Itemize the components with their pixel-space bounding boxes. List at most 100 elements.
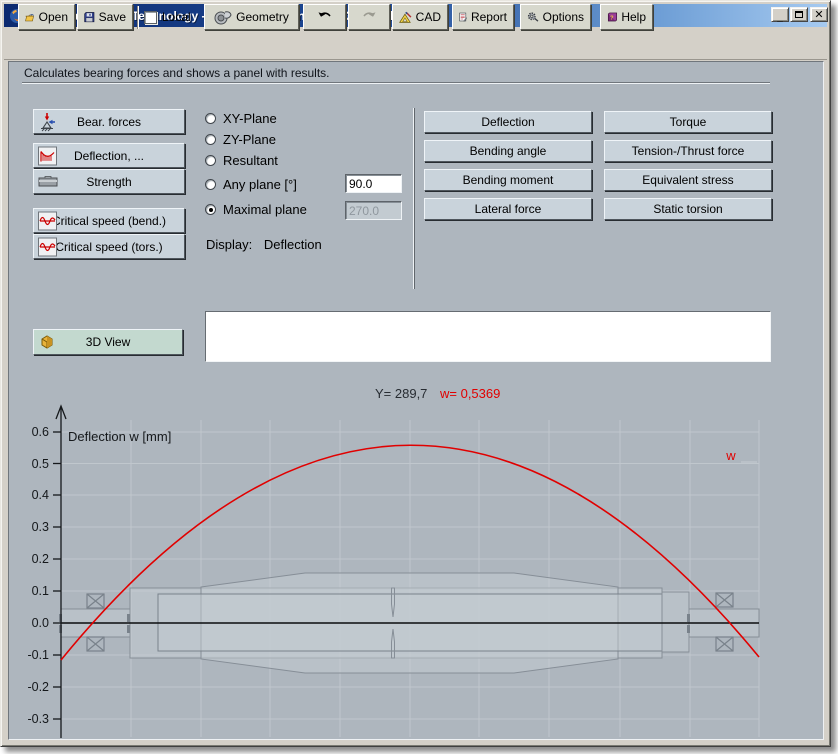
options-gear-icon [527, 9, 539, 25]
cad-label: CAD [416, 10, 441, 24]
tension-thrust-label: Tension-/Thrust force [632, 144, 745, 158]
options-button[interactable]: Options [520, 4, 591, 30]
bear-forces-label: Bear. forces [77, 115, 141, 129]
y-tick-labels: 0.6 0.5 0.4 0.3 0.2 0.1 0.0 -0.1 -0.2 -0… [27, 425, 49, 726]
open-folder-icon [25, 10, 35, 25]
torque-button[interactable]: Torque [604, 111, 772, 133]
critical-speed-bend-label: Critical speed (bend.) [52, 214, 166, 228]
critical-speed-bend-button[interactable]: Critical speed (bend.) [33, 208, 185, 233]
minimize-button[interactable]: _ [771, 7, 789, 22]
undo-icon [317, 11, 333, 24]
main-toolbar [4, 27, 827, 60]
bending-moment-button[interactable]: Bending moment [424, 169, 592, 191]
redo-icon [361, 11, 377, 24]
description-divider [22, 82, 770, 84]
radio-maximal-plane[interactable]: Maximal plane [205, 202, 307, 217]
help-book-icon: ? [607, 10, 617, 25]
open-label: Open [39, 10, 68, 24]
close-button[interactable]: ✕ [810, 7, 828, 22]
deflection-chart: 0.6 0.5 0.4 0.3 0.2 0.1 0.0 -0.1 -0.2 -0… [0, 398, 838, 744]
critical-speed-bend-icon [38, 211, 57, 230]
static-torsion-button[interactable]: Static torsion [604, 198, 772, 220]
radio-any-plane[interactable]: Any plane [°] [205, 177, 297, 192]
radio-resultant[interactable]: Resultant [205, 153, 278, 168]
description-text: Calculates bearing forces and shows a pa… [24, 66, 330, 80]
static-torsion-label: Static torsion [653, 202, 722, 216]
shaft-step-right [662, 592, 689, 652]
svg-text:-0.2: -0.2 [27, 680, 49, 694]
svg-text:0.6: 0.6 [32, 425, 49, 439]
cube-3d-icon [38, 333, 56, 351]
radio-zy-plane-circle[interactable] [205, 134, 216, 145]
tension-thrust-button[interactable]: Tension-/Thrust force [604, 140, 772, 162]
radio-any-plane-label: Any plane [°] [223, 177, 297, 192]
radio-any-plane-circle[interactable] [205, 179, 216, 190]
geometry-label: Geometry [236, 10, 289, 24]
local-checkbox[interactable] [144, 11, 157, 24]
open-button[interactable]: Open [18, 4, 75, 30]
display-line: Display: Deflection [206, 237, 322, 252]
critical-speed-tors-label: Critical speed (tors.) [55, 240, 162, 254]
bear-forces-button[interactable]: Bear. forces [33, 109, 185, 134]
radio-xy-plane-label: XY-Plane [223, 111, 277, 126]
help-label: Help [621, 10, 646, 24]
torque-label: Torque [670, 115, 707, 129]
radio-resultant-circle[interactable] [205, 155, 216, 166]
svg-text:0.2: 0.2 [32, 552, 49, 566]
deflection-icon [38, 146, 57, 165]
cad-button[interactable]: CAD [392, 4, 448, 30]
strength-label: Strength [86, 175, 131, 189]
critical-speed-tors-button[interactable]: Critical speed (tors.) [33, 234, 185, 259]
save-label: Save [99, 10, 126, 24]
any-plane-input[interactable] [345, 174, 402, 193]
display-value: Deflection [264, 237, 322, 252]
view-3d-button[interactable]: 3D View [33, 329, 183, 355]
save-button[interactable]: Save [77, 4, 133, 30]
radio-xy-plane-circle[interactable] [205, 113, 216, 124]
local-label: Local [162, 10, 191, 24]
report-icon [459, 9, 467, 25]
bending-moment-label: Bending moment [463, 173, 554, 187]
critical-speed-tors-icon [38, 237, 57, 256]
equivalent-stress-button[interactable]: Equivalent stress [604, 169, 772, 191]
help-button[interactable]: ? Help [600, 4, 653, 30]
bearing-forces-icon [38, 112, 58, 132]
minimize-icon: _ [777, 12, 783, 23]
bending-angle-label: Bending angle [470, 144, 547, 158]
maximal-plane-input [345, 201, 402, 220]
redo-button[interactable] [348, 4, 390, 30]
screenshot-stage: eassistant - GWJ-Technology - Shaft calc… [0, 0, 838, 754]
close-icon: ✕ [814, 8, 823, 21]
legend-w: w [725, 448, 736, 463]
report-button[interactable]: Report [452, 4, 514, 30]
strength-button[interactable]: Strength [33, 169, 185, 194]
svg-text:?: ? [610, 15, 614, 21]
message-textarea[interactable] [205, 311, 771, 362]
bending-angle-button[interactable]: Bending angle [424, 140, 592, 162]
geometry-button[interactable]: Geometry [204, 4, 299, 30]
y-axis-title: Deflection w [mm] [68, 429, 171, 444]
radio-zy-plane[interactable]: ZY-Plane [205, 132, 276, 147]
svg-text:0.0: 0.0 [32, 616, 49, 630]
lateral-force-button[interactable]: Lateral force [424, 198, 592, 220]
y-axis [53, 406, 66, 738]
maximize-icon [795, 11, 803, 18]
cad-icon [399, 10, 412, 25]
svg-text:0.4: 0.4 [32, 488, 49, 502]
display-label: Display: [206, 237, 252, 252]
deflection-result-label: Deflection [481, 115, 534, 129]
lateral-force-label: Lateral force [475, 202, 542, 216]
section-divider [413, 108, 415, 289]
geometry-shaft-icon [214, 9, 232, 25]
deflection-button[interactable]: Deflection, ... [33, 143, 185, 168]
radio-zy-plane-label: ZY-Plane [223, 132, 276, 147]
strength-shaft-icon [38, 174, 58, 190]
undo-button[interactable] [303, 4, 346, 30]
radio-maximal-plane-circle[interactable] [205, 204, 216, 215]
radio-xy-plane[interactable]: XY-Plane [205, 111, 277, 126]
save-floppy-icon [84, 10, 95, 25]
toolbar-separator [137, 6, 139, 29]
deflection-result-button[interactable]: Deflection [424, 111, 592, 133]
maximize-button[interactable] [790, 7, 808, 22]
report-label: Report [471, 10, 507, 24]
